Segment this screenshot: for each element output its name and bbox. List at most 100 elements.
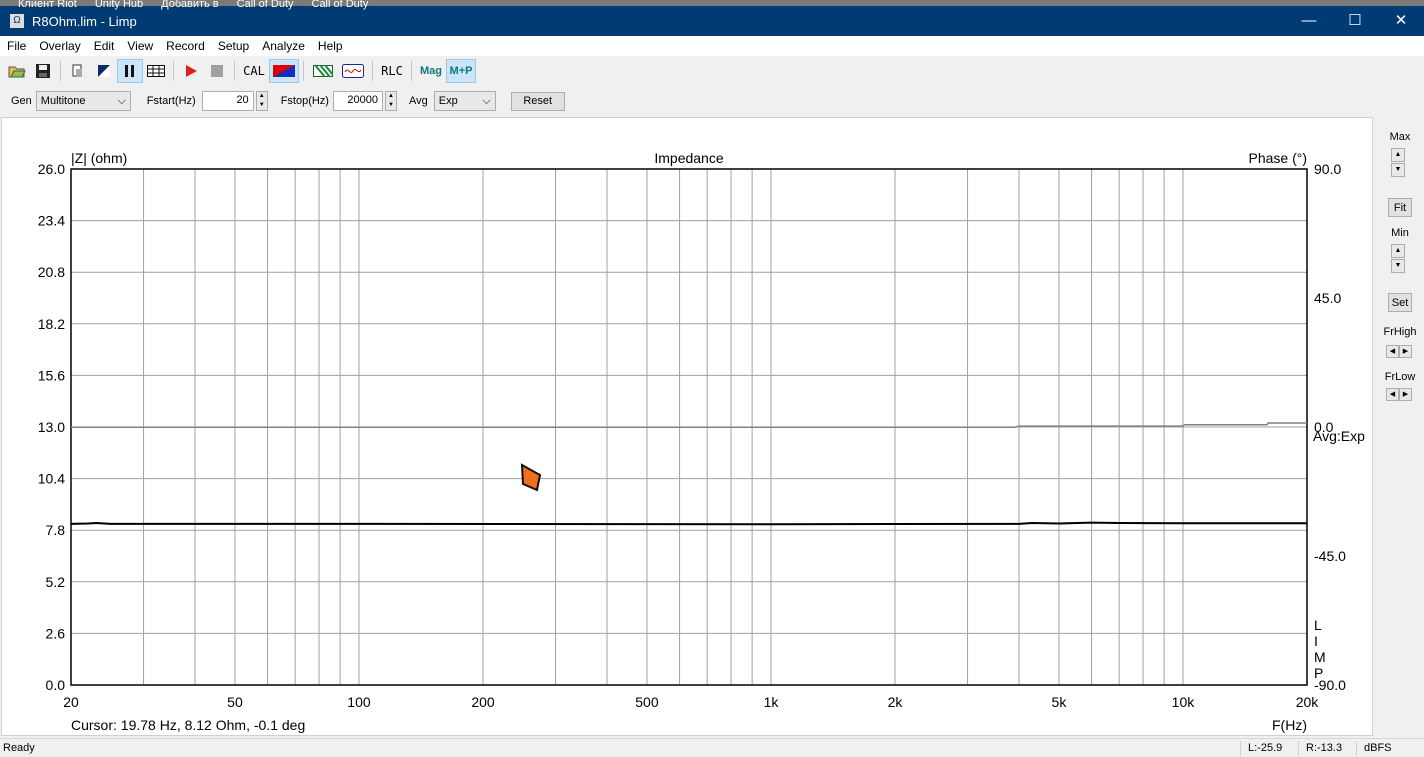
y-tick-label: 5.2: [46, 574, 66, 590]
avg-value: Exp: [438, 95, 458, 107]
signal-icon[interactable]: [338, 59, 368, 83]
x-tick-label: 1k: [764, 694, 780, 710]
cal-button[interactable]: CAL: [239, 59, 269, 83]
min-down-button[interactable]: ▼: [1391, 259, 1405, 273]
y-tick-label: 0.0: [46, 677, 66, 693]
x-tick-label: 10k: [1172, 694, 1196, 710]
taskbar-item[interactable]: Call of Duty: [312, 0, 369, 10]
taskbar-item[interactable]: Call of Duty: [237, 0, 294, 10]
plot-area[interactable]: 0.0 2.6 5.2 7.8 10.4 13.0 15.6 18.2 20.8 23.4 26.0…: [1, 117, 1373, 736]
mag-phase-button[interactable]: M+P: [446, 59, 476, 83]
min-label: Min: [1391, 227, 1409, 239]
taskbar-item[interactable]: Unity Hub: [95, 0, 143, 10]
impedance-line: [70, 521, 1307, 526]
menu-bar: File Overlay Edit View Record Setup Anal…: [0, 36, 1424, 56]
set-button[interactable]: Set: [1388, 293, 1412, 312]
menu-edit[interactable]: Edit: [87, 39, 121, 53]
grid-icon[interactable]: [143, 59, 169, 83]
x-tick-label: 20k: [1296, 694, 1320, 710]
frlow-left-button[interactable]: ◀: [1386, 388, 1399, 401]
y-tick-label: 7.8: [46, 522, 66, 538]
gen-value: Multitone: [40, 95, 86, 107]
avg-select[interactable]: Exp ⌵: [433, 91, 496, 111]
x-axis-label: F(Hz): [1272, 717, 1307, 733]
contrast-icon[interactable]: [91, 59, 117, 83]
side-label-letter: I: [1314, 633, 1318, 649]
y-tick-label: 15.6: [38, 367, 65, 383]
avg-label: Avg: [408, 95, 428, 107]
menu-help[interactable]: Help: [311, 39, 349, 53]
hatch-icon[interactable]: [308, 59, 338, 83]
menu-record[interactable]: Record: [159, 39, 211, 53]
x-tick-label: 2k: [888, 694, 904, 710]
y2-tick-label: 90.0: [1314, 161, 1341, 177]
pause-icon[interactable]: [117, 59, 143, 83]
x-tick-label: 50: [227, 694, 243, 710]
menu-view[interactable]: View: [120, 39, 159, 53]
save-icon[interactable]: [30, 59, 56, 83]
min-up-button[interactable]: ▲: [1391, 244, 1405, 258]
y-tick-label: 20.8: [38, 264, 65, 280]
x-tick-label: 20: [63, 694, 79, 710]
menu-file[interactable]: File: [0, 39, 32, 53]
menu-setup[interactable]: Setup: [211, 39, 255, 53]
y2-tick-label: -45.0: [1314, 548, 1346, 564]
taskbar-item[interactable]: Добавить в: [161, 0, 219, 10]
fstart-input[interactable]: 20: [201, 91, 254, 111]
y-tick-label: 18.2: [38, 316, 65, 332]
x-tick-label: 100: [347, 694, 371, 710]
cursor-readout: Cursor: 19.78 Hz, 8.12 Ohm, -0.1 deg: [71, 717, 305, 733]
max-label: Max: [1389, 131, 1411, 143]
x-tick-label: 500: [635, 694, 659, 710]
side-label-letter: P: [1314, 665, 1323, 681]
impedance-chart: 0.0 2.6 5.2 7.8 10.4 13.0 15.6 18.2 20.8 23.4 26.0…: [38, 150, 1365, 733]
fstart-spinner[interactable]: ▲ ▼: [255, 91, 268, 111]
y2-tick-label: 45.0: [1314, 290, 1341, 306]
app-icon: Ω: [10, 14, 24, 28]
side-label-letter: M: [1314, 649, 1326, 665]
control-bar: Gen Multitone ⌵ Fstart(Hz) 20 ▲ ▼ Fstop(Hz…: [0, 88, 1424, 114]
right-panel: Max ▲ ▼ Fit Min ▲ ▼ Set FrHigh ◀ ▶ FrLow…: [1376, 117, 1424, 736]
open-folder-icon[interactable]: [4, 59, 30, 83]
record-play-icon[interactable]: [178, 59, 204, 83]
menu-analyze[interactable]: Analyze: [255, 39, 311, 53]
frhigh-right-button[interactable]: ▶: [1399, 345, 1412, 358]
status-right-level: R:-13.3: [1306, 742, 1343, 754]
stop-icon[interactable]: [204, 59, 230, 83]
x-tick-label: 5k: [1052, 694, 1068, 710]
max-up-button[interactable]: ▲: [1391, 148, 1405, 162]
reset-button[interactable]: Reset: [510, 91, 565, 111]
frhigh-label: FrHigh: [1383, 326, 1417, 338]
taskbar-item[interactable]: Клиент Riot: [18, 0, 77, 10]
overlay-color-icon[interactable]: [269, 59, 299, 83]
toolbar: CAL RLC Mag M+P: [0, 57, 1424, 85]
chevron-down-icon: ⌵: [482, 94, 491, 107]
chevron-down-icon: ⌵: [117, 94, 126, 107]
fit-button[interactable]: Fit: [1388, 198, 1412, 217]
gen-label: Gen: [11, 95, 32, 107]
rlc-button[interactable]: RLC: [377, 59, 407, 83]
max-down-button[interactable]: ▼: [1391, 163, 1405, 177]
y-tick-label: 2.6: [46, 625, 66, 641]
fstop-label: Fstop(Hz): [280, 95, 329, 107]
taskbar-strip: Клиент Riot Unity Hub Добавить в Call of Du…: [0, 0, 1424, 11]
gen-select[interactable]: Multitone ⌵: [35, 91, 131, 111]
y-tick-label: 23.4: [38, 213, 65, 229]
avg-note: Avg:Exp: [1313, 428, 1365, 444]
copy-icon[interactable]: [65, 59, 91, 83]
side-label-letter: L: [1314, 617, 1322, 633]
y-tick-label: 13.0: [38, 419, 65, 435]
frhigh-left-button[interactable]: ◀: [1386, 345, 1399, 358]
frlow-right-button[interactable]: ▶: [1399, 388, 1412, 401]
window-title: R8Ohm.lim - Limp: [32, 13, 137, 29]
y-tick-label: 26.0: [38, 161, 65, 177]
phase-line: [71, 422, 1307, 429]
status-ready: Ready: [3, 742, 35, 754]
fstop-spinner[interactable]: ▲ ▼: [384, 91, 397, 111]
chart-title: Impedance: [654, 150, 723, 166]
y-axis-label: |Z| (ohm): [71, 150, 127, 166]
fstop-input[interactable]: 20000: [332, 91, 383, 111]
menu-overlay[interactable]: Overlay: [32, 39, 86, 53]
fstart-label: Fstart(Hz): [146, 95, 196, 107]
mag-button[interactable]: Mag: [416, 59, 446, 83]
